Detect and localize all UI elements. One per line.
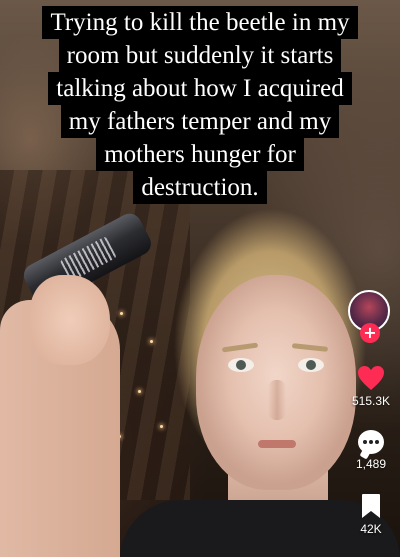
caption-line: destruction. [133, 171, 267, 204]
save-count: 42K [360, 522, 382, 536]
person-nose [268, 380, 286, 420]
comment-button[interactable]: 1,489 [342, 430, 400, 471]
person-mouth [258, 440, 296, 448]
caption-line: mothers hunger for [96, 138, 304, 171]
right-eye [298, 358, 324, 372]
person-hand [30, 275, 110, 365]
video-frame[interactable]: Trying to kill the beetle in my room but… [0, 0, 400, 557]
like-count: 515.3K [351, 394, 391, 408]
save-button[interactable]: 42K [342, 493, 400, 536]
heart-icon [358, 366, 384, 390]
comment-bubble-icon [358, 430, 384, 454]
creator-avatar-button[interactable]: + [348, 290, 394, 350]
caption-overlay: Trying to kill the beetle in my room but… [0, 6, 400, 204]
plus-icon: + [363, 323, 377, 342]
caption-line: talking about how I acquired [48, 72, 352, 105]
caption-line: my fathers temper and my [60, 105, 340, 138]
follow-button[interactable]: + [360, 323, 380, 343]
like-button[interactable]: 515.3K [342, 365, 400, 408]
caption-line: Trying to kill the beetle in my [42, 6, 358, 39]
left-eye [228, 358, 254, 372]
caption-line: room but suddenly it starts [58, 39, 342, 72]
comment-count: 1,489 [355, 457, 387, 471]
bookmark-icon [362, 494, 380, 518]
